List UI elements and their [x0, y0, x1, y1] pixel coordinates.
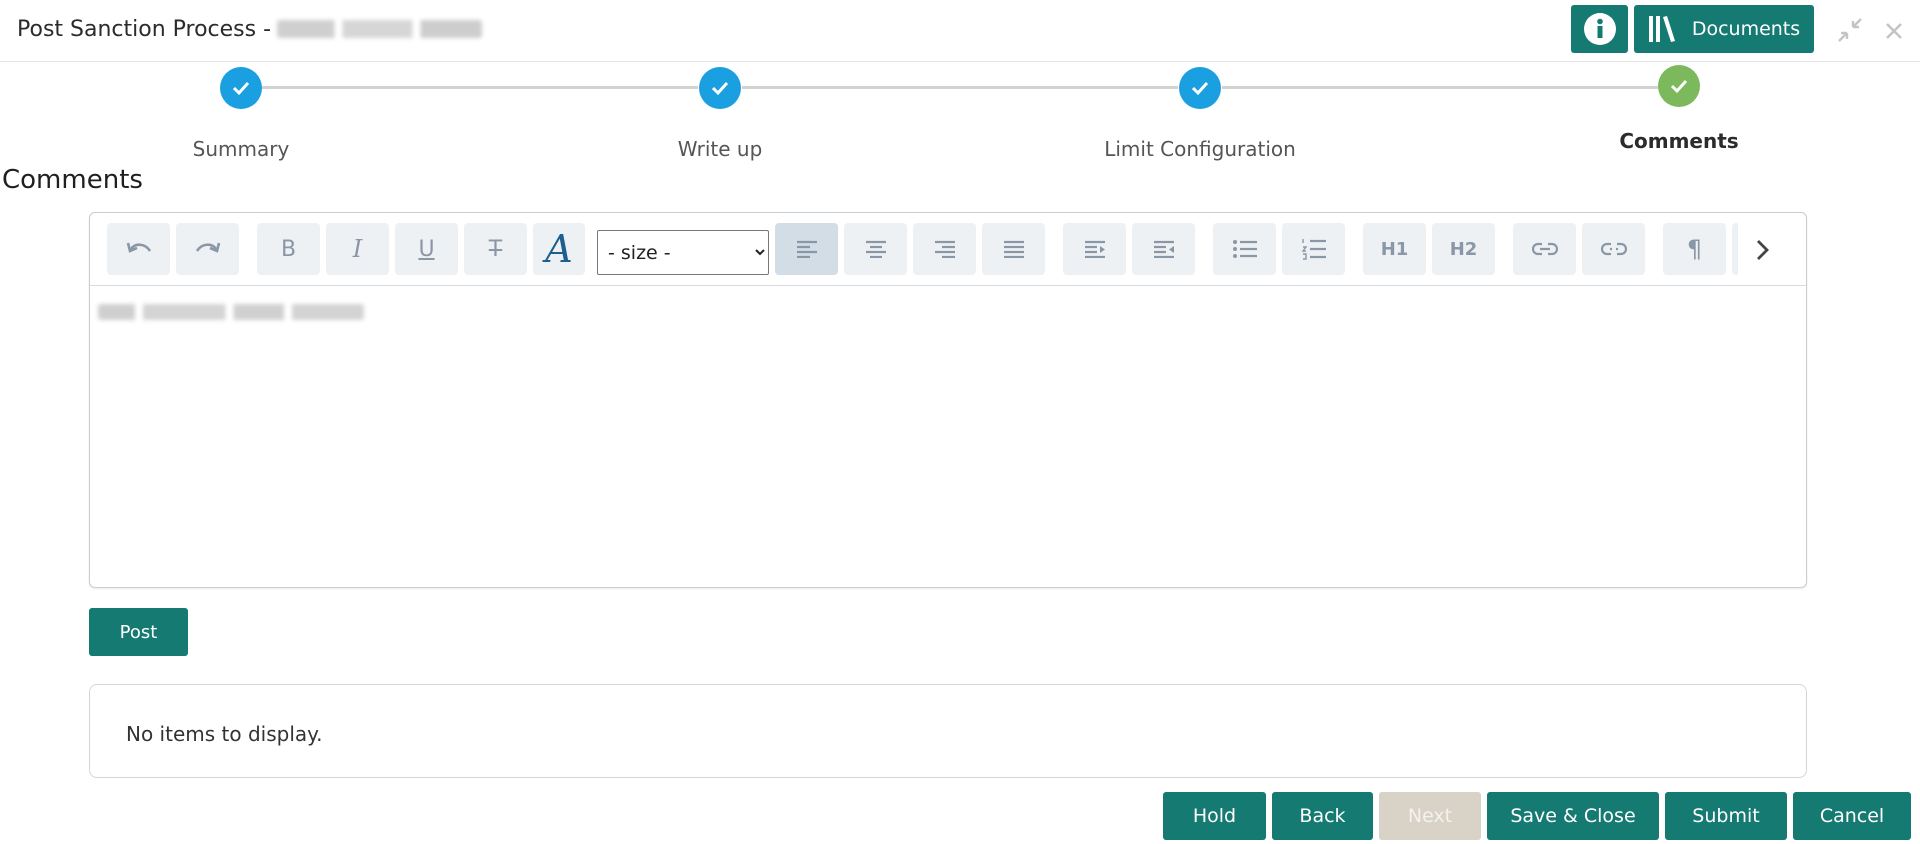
step-summary-circle[interactable]: [220, 67, 262, 109]
check-icon: [1670, 79, 1688, 94]
submit-button[interactable]: Submit: [1665, 792, 1787, 840]
check-icon: [232, 81, 250, 96]
bullet-list-button[interactable]: [1213, 223, 1276, 275]
documents-label: Documents: [1691, 18, 1801, 40]
outdent-button[interactable]: [1132, 223, 1195, 275]
chevron-right-icon: [1757, 240, 1769, 260]
redacted-comment-text: [98, 304, 364, 320]
paragraph-button[interactable]: ¶: [1663, 223, 1726, 275]
step-comments-circle[interactable]: [1658, 65, 1700, 107]
empty-list-message: No items to display.: [126, 722, 323, 746]
outdent-icon: [1153, 240, 1174, 258]
underline-button[interactable]: U: [395, 223, 458, 275]
align-right-icon: [934, 240, 955, 258]
indent-button[interactable]: [1063, 223, 1126, 275]
paragraph-icon: ¶: [1686, 235, 1703, 263]
info-icon: [1583, 13, 1616, 45]
step-limit-configuration-label[interactable]: Limit Configuration: [1104, 137, 1296, 161]
align-left-icon: [796, 240, 817, 258]
underline-icon: U: [418, 236, 435, 262]
unlink-icon: [1600, 242, 1627, 256]
step-writeup-label[interactable]: Write up: [678, 137, 763, 161]
align-left-button[interactable]: [775, 223, 838, 275]
align-center-button[interactable]: [844, 223, 907, 275]
editor-toolbar: B I U T A - size - H1 H2 ¶: [90, 213, 1806, 286]
save-close-button[interactable]: Save & Close: [1487, 792, 1659, 840]
redo-icon: [195, 242, 220, 253]
redo-button[interactable]: [176, 223, 239, 275]
section-title: Comments: [2, 165, 143, 195]
undo-button[interactable]: [107, 223, 170, 275]
comment-editor: B I U T A - size - H1 H2 ¶: [89, 212, 1807, 588]
align-center-icon: [865, 240, 886, 258]
progress-stepper: Summary Write up Limit Configuration Com…: [0, 62, 1920, 167]
italic-button[interactable]: I: [326, 223, 389, 275]
unlink-button[interactable]: [1582, 223, 1645, 275]
editor-content-area[interactable]: [90, 286, 1806, 587]
minimize-icon[interactable]: [1836, 16, 1864, 50]
heading2-icon: H2: [1449, 238, 1478, 260]
step-summary-label[interactable]: Summary: [193, 137, 290, 161]
bold-icon: B: [280, 236, 297, 262]
align-right-button[interactable]: [913, 223, 976, 275]
font-style-icon: A: [545, 227, 573, 271]
font-size-select[interactable]: - size -: [597, 230, 769, 275]
next-button[interactable]: Next: [1379, 792, 1481, 840]
bold-button[interactable]: B: [257, 223, 320, 275]
undo-icon: [126, 242, 151, 253]
documents-button[interactable]: Documents: [1634, 5, 1814, 53]
link-icon: [1531, 242, 1558, 256]
numbered-list-button[interactable]: [1282, 223, 1345, 275]
redacted-title-text: [277, 20, 483, 38]
page-title-text: Post Sanction Process -: [17, 17, 272, 42]
step-connector: [1222, 86, 1658, 89]
toolbar-next-button[interactable]: [1747, 235, 1777, 265]
step-limit-configuration-circle[interactable]: [1179, 67, 1221, 109]
link-button[interactable]: [1513, 223, 1576, 275]
heading2-button[interactable]: H2: [1432, 223, 1495, 275]
back-button[interactable]: Back: [1272, 792, 1373, 840]
info-button[interactable]: [1571, 5, 1628, 53]
hold-button[interactable]: Hold: [1163, 792, 1266, 840]
page-title: Post Sanction Process -: [17, 17, 483, 42]
justify-button[interactable]: [982, 223, 1045, 275]
library-icon: [1648, 16, 1675, 42]
justify-icon: [1003, 240, 1024, 258]
check-icon: [711, 81, 729, 96]
bullet-list-icon: [1232, 240, 1257, 258]
cancel-button[interactable]: Cancel: [1793, 792, 1911, 840]
heading1-icon: H1: [1380, 238, 1409, 260]
strikethrough-icon: T: [488, 236, 503, 262]
italic-icon: I: [352, 235, 363, 263]
heading1-button[interactable]: H1: [1363, 223, 1426, 275]
close-icon[interactable]: [1882, 16, 1906, 50]
step-comments-label[interactable]: Comments: [1619, 129, 1738, 153]
step-connector: [742, 86, 1178, 89]
numbered-list-icon: [1301, 239, 1326, 260]
window-header: Post Sanction Process - Documents: [0, 0, 1920, 62]
toolbar-overflow-edge: [1732, 223, 1738, 275]
strikethrough-button[interactable]: T: [464, 223, 527, 275]
step-connector: [262, 86, 698, 89]
indent-icon: [1084, 240, 1105, 258]
post-button[interactable]: Post: [89, 608, 188, 656]
comments-list: No items to display.: [89, 684, 1807, 778]
check-icon: [1191, 81, 1209, 96]
step-writeup-circle[interactable]: [699, 67, 741, 109]
font-style-button[interactable]: A: [533, 223, 585, 275]
